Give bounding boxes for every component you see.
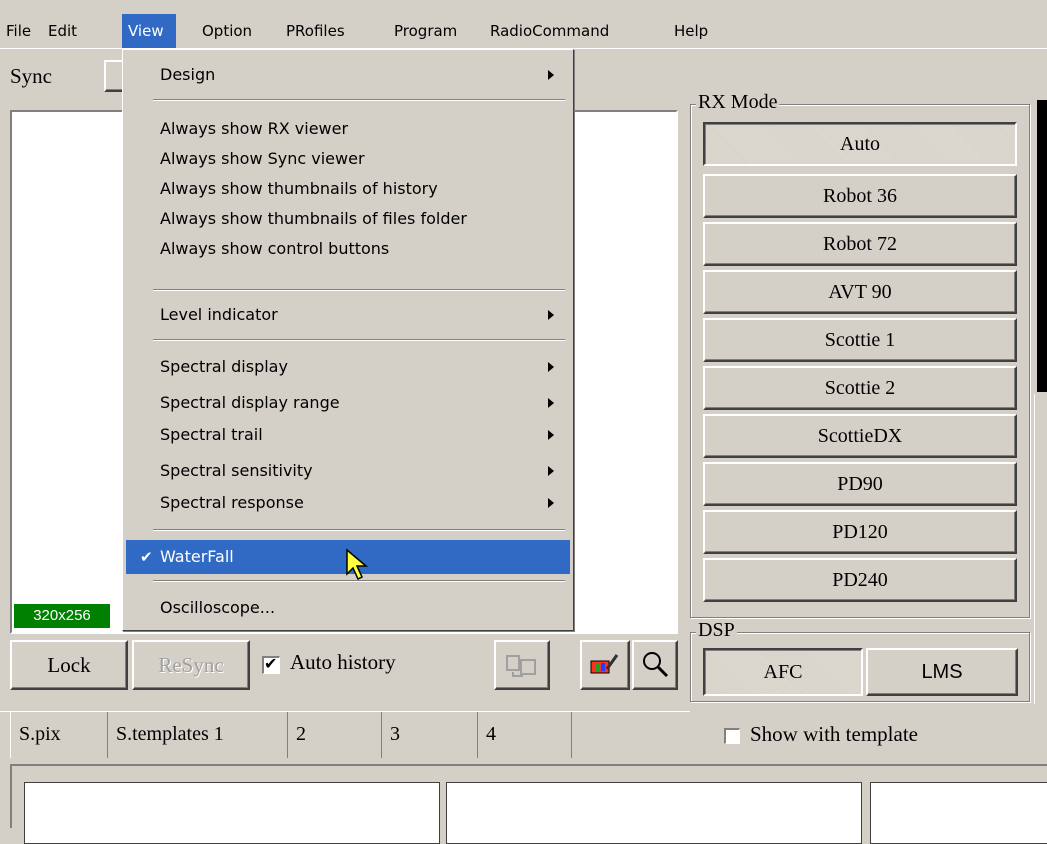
checkmark-icon: ✔: [140, 548, 153, 566]
sync-label: Sync: [10, 64, 52, 88]
menu-spectral-display[interactable]: Spectral display: [126, 354, 570, 380]
zoom-button[interactable]: [632, 640, 678, 690]
menu-spectral-trail-label: Spectral trail: [160, 425, 263, 444]
menu-separator: [153, 289, 565, 291]
mode-pd240-button[interactable]: PD240: [703, 558, 1017, 602]
menu-spectral-display-range-label: Spectral display range: [160, 393, 340, 412]
mode-scottiedx-button[interactable]: ScottieDX: [703, 414, 1017, 458]
menu-spectral-display-label: Spectral display: [160, 357, 288, 376]
mode-robot72-button[interactable]: Robot 72: [703, 222, 1017, 266]
menubar: File Edit View Option PRofiles Program R…: [0, 14, 1047, 49]
submenu-arrow-icon: [548, 70, 554, 80]
menu-design[interactable]: Design: [126, 62, 570, 88]
view-menu-dropdown: Design Always show RX viewer Always show…: [122, 49, 574, 631]
menu-spectral-sensitivity-label: Spectral sensitivity: [160, 461, 313, 480]
submenu-arrow-icon: [548, 362, 554, 372]
menu-separator: [153, 529, 565, 531]
menu-file[interactable]: File: [0, 14, 37, 48]
menu-design-label: Design: [160, 65, 216, 84]
menu-spectral-display-range[interactable]: Spectral display range: [126, 390, 570, 416]
resolution-badge: 320x256: [14, 604, 110, 628]
rx-viewer-edge: [1037, 100, 1047, 392]
checkmark-icon: ✔: [264, 654, 278, 673]
menu-view[interactable]: View: [122, 14, 176, 48]
menu-help[interactable]: Help: [668, 14, 714, 48]
window-top-strip: [0, 0, 1047, 15]
submenu-arrow-icon: [548, 310, 554, 320]
menu-always-show-folder-thumbs[interactable]: Always show thumbnails of files folder: [126, 206, 570, 232]
lms-button[interactable]: LMS: [866, 648, 1018, 696]
paint-icon: [590, 654, 619, 674]
menu-always-show-rx[interactable]: Always show RX viewer: [126, 116, 570, 142]
lock-button[interactable]: Lock: [10, 640, 128, 690]
menu-program[interactable]: Program: [388, 14, 463, 48]
menu-spectral-sensitivity[interactable]: Spectral sensitivity: [126, 458, 570, 484]
menu-oscilloscope[interactable]: Oscilloscope...: [126, 595, 570, 621]
mode-pd90-button[interactable]: PD90: [703, 462, 1017, 506]
auto-history-label: Auto history: [290, 650, 396, 674]
paint-button[interactable]: [580, 640, 630, 690]
menu-radiocommand[interactable]: RadioCommand: [484, 14, 615, 48]
copy-button[interactable]: [494, 640, 550, 690]
menu-edit[interactable]: Edit: [42, 14, 83, 48]
tab-spix[interactable]: S.pix: [10, 712, 108, 758]
tab-2[interactable]: 2: [288, 712, 382, 758]
mode-avt90-button[interactable]: AVT 90: [703, 270, 1017, 314]
menu-option[interactable]: Option: [196, 14, 258, 48]
mode-pd120-button[interactable]: PD120: [703, 510, 1017, 554]
right-panel-edge: [1034, 394, 1047, 704]
mode-robot36-button[interactable]: Robot 36: [703, 174, 1017, 218]
menu-always-show-controls[interactable]: Always show control buttons: [126, 236, 570, 262]
menu-waterfall-label: WaterFall: [160, 547, 234, 566]
mode-scottie1-button[interactable]: Scottie 1: [703, 318, 1017, 362]
menu-spectral-response-label: Spectral response: [160, 493, 304, 512]
afc-button[interactable]: AFC: [703, 648, 863, 696]
copy-icon: [506, 655, 536, 677]
menu-always-show-sync[interactable]: Always show Sync viewer: [126, 146, 570, 172]
show-with-template-checkbox[interactable]: [724, 728, 740, 744]
auto-history-checkbox[interactable]: ✔: [262, 654, 280, 674]
menu-always-show-history-thumbs[interactable]: Always show thumbnails of history: [126, 176, 570, 202]
submenu-arrow-icon: [548, 430, 554, 440]
menu-separator: [153, 99, 565, 101]
menu-profiles[interactable]: PRofiles: [280, 14, 351, 48]
thumbnail-slot-2[interactable]: [446, 782, 862, 844]
rx-mode-title: RX Mode: [696, 91, 780, 114]
menu-level-indicator-label: Level indicator: [160, 305, 278, 324]
mode-scottie2-button[interactable]: Scottie 2: [703, 366, 1017, 410]
tab-3[interactable]: 3: [382, 712, 478, 758]
submenu-arrow-icon: [548, 498, 554, 508]
dsp-title: DSP: [696, 619, 737, 642]
menu-separator: [153, 339, 565, 341]
tab-stemplates-1[interactable]: S.templates 1: [108, 712, 288, 758]
show-with-template-label: Show with template: [750, 722, 918, 746]
submenu-arrow-icon: [548, 466, 554, 476]
thumbnail-slot-1[interactable]: [24, 782, 440, 844]
tab-4[interactable]: 4: [478, 712, 572, 758]
thumbnail-slot-3[interactable]: [870, 782, 1047, 844]
menu-spectral-trail[interactable]: Spectral trail: [126, 422, 570, 448]
magnifier-icon: [643, 652, 669, 678]
resync-button[interactable]: ReSync: [132, 640, 250, 690]
mode-auto-button[interactable]: Auto: [703, 122, 1017, 166]
cursor-icon: [346, 548, 369, 581]
submenu-arrow-icon: [548, 398, 554, 408]
menu-spectral-response[interactable]: Spectral response: [126, 490, 570, 516]
menu-level-indicator[interactable]: Level indicator: [126, 302, 570, 328]
